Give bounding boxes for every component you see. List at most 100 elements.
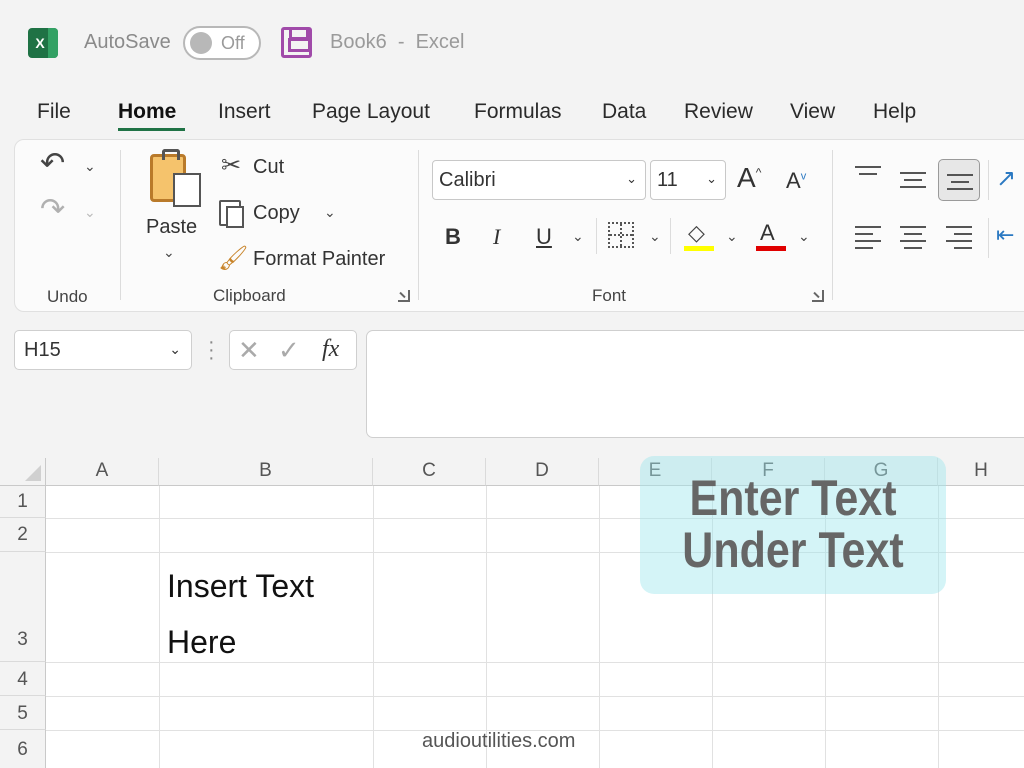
ribbon-separator [988, 160, 989, 200]
tab-formulas[interactable]: Formulas [474, 100, 562, 124]
annotation-text: Enter Text Under Text [661, 472, 924, 576]
fill-color-icon[interactable]: ◇ [688, 220, 705, 246]
align-left-icon[interactable] [855, 226, 881, 249]
decrease-indent-icon[interactable]: ⇤ [996, 222, 1014, 248]
enter-check-icon[interactable]: ✓ [278, 335, 300, 366]
align-top-icon[interactable] [855, 166, 881, 186]
copy-dropdown-chevron-icon[interactable]: ⌄ [324, 204, 336, 221]
scissors-icon: ✂ [221, 152, 242, 179]
borders-icon[interactable] [608, 222, 634, 248]
font-name-select[interactable]: Calibri ⌄ [432, 160, 646, 200]
font-color-dropdown-chevron-icon[interactable]: ⌄ [798, 228, 810, 245]
row-header-6[interactable]: 6 [0, 730, 46, 768]
autosave-toggle[interactable]: Off [183, 26, 261, 60]
format-painter-button[interactable]: Format Painter [253, 248, 385, 271]
align-bottom-icon [947, 174, 973, 194]
tab-file[interactable]: File [37, 100, 71, 124]
column-header-d[interactable]: D [486, 458, 599, 486]
redo-dropdown-chevron-icon[interactable]: ⌄ [84, 204, 96, 221]
copy-button[interactable]: Copy [253, 202, 300, 225]
undo-icon[interactable]: ↶ [40, 146, 65, 181]
autosave-state: Off [221, 33, 245, 53]
font-name-value: Calibri [439, 169, 496, 191]
tab-view[interactable]: View [790, 100, 835, 124]
column-header-c[interactable]: C [373, 458, 486, 486]
column-header-a[interactable]: A [46, 458, 159, 486]
font-dialog-launcher-icon[interactable] [812, 290, 824, 302]
font-group-label: Font [592, 286, 627, 305]
tab-insert[interactable]: Insert [218, 100, 271, 124]
save-icon[interactable] [281, 27, 312, 58]
row-header-1[interactable]: 1 [0, 486, 46, 518]
undo-dropdown-chevron-icon[interactable]: ⌄ [84, 158, 96, 175]
row-header-2[interactable]: 2 [0, 518, 46, 552]
ribbon-separator [670, 218, 671, 254]
paste-button[interactable]: Paste [146, 216, 197, 239]
excel-logo-icon: X [28, 28, 58, 58]
align-center-icon[interactable] [900, 226, 926, 249]
fill-color-dropdown-chevron-icon[interactable]: ⌄ [726, 228, 738, 245]
gridline [599, 486, 600, 768]
excel-window: X AutoSave Off Book6 - Excel File Home I… [0, 0, 1024, 768]
format-painter-icon: 🖌 [218, 245, 249, 272]
name-box[interactable]: H15 ⌄ [14, 330, 192, 370]
watermark: audioutilities.com [422, 730, 576, 752]
active-tab-indicator [118, 128, 185, 131]
bold-button[interactable]: B [445, 224, 461, 250]
tab-help[interactable]: Help [873, 100, 916, 124]
clipboard-group-label: Clipboard [213, 286, 286, 305]
align-middle-icon[interactable] [900, 172, 926, 192]
chevron-down-icon: ⌄ [706, 171, 717, 186]
row-header-4[interactable]: 4 [0, 662, 46, 696]
font-color-bar [756, 246, 786, 251]
ribbon-separator [832, 150, 833, 300]
paste-icon[interactable] [150, 149, 201, 207]
cell-b3-line1: Insert Text [167, 568, 315, 604]
chevron-down-icon: ⌄ [626, 171, 637, 186]
resize-handle-icon[interactable]: · · · [208, 332, 215, 368]
row-header-3[interactable]: 3 [0, 552, 46, 662]
underline-dropdown-chevron-icon[interactable]: ⌄ [572, 228, 584, 245]
cell-b3-line2: Here [167, 624, 237, 660]
undo-group-label: Undo [47, 287, 88, 306]
ribbon-separator [988, 218, 989, 258]
gridline [159, 486, 160, 768]
borders-dropdown-chevron-icon[interactable]: ⌄ [649, 228, 661, 245]
redo-icon[interactable]: ↷ [40, 192, 65, 227]
insert-function-button[interactable]: fx [322, 336, 339, 363]
toggle-knob [190, 32, 212, 54]
align-right-icon[interactable] [946, 226, 972, 249]
annotation-line1: Enter Text [689, 470, 897, 526]
cell-b3-text[interactable]: Insert Text Here [167, 558, 314, 670]
font-color-button[interactable]: A [760, 220, 775, 246]
ribbon-separator [120, 150, 121, 300]
window-title: Book6 - Excel [330, 31, 465, 53]
decrease-font-size-button[interactable]: Av [786, 168, 806, 194]
gridline [373, 486, 374, 768]
chevron-down-icon: ⌄ [169, 341, 181, 357]
cancel-icon[interactable]: ✕ [238, 335, 260, 366]
tab-data[interactable]: Data [602, 100, 646, 124]
ribbon-separator [596, 218, 597, 254]
paste-dropdown-chevron-icon[interactable]: ⌄ [163, 244, 175, 261]
align-bottom-button[interactable] [938, 159, 980, 201]
formula-input[interactable] [366, 330, 1024, 438]
gridline [46, 696, 1024, 697]
tab-review[interactable]: Review [684, 100, 753, 124]
annotation-line2: Under Text [682, 522, 904, 578]
select-all-corner[interactable] [0, 458, 46, 486]
column-header-h[interactable]: H [938, 458, 1024, 486]
row-header-5[interactable]: 5 [0, 696, 46, 730]
column-header-b[interactable]: B [159, 458, 373, 486]
font-size-select[interactable]: 11 ⌄ [650, 160, 726, 200]
ribbon-separator [418, 150, 419, 300]
orientation-icon[interactable]: ↗ [996, 164, 1016, 193]
increase-font-size-button[interactable]: A^ [737, 162, 761, 194]
gridline [486, 486, 487, 768]
italic-button[interactable]: I [493, 224, 500, 250]
tab-page-layout[interactable]: Page Layout [312, 100, 430, 124]
clipboard-dialog-launcher-icon[interactable] [398, 290, 410, 302]
cut-button[interactable]: Cut [253, 156, 284, 179]
tab-home[interactable]: Home [118, 100, 176, 124]
underline-button[interactable]: U [536, 224, 552, 250]
